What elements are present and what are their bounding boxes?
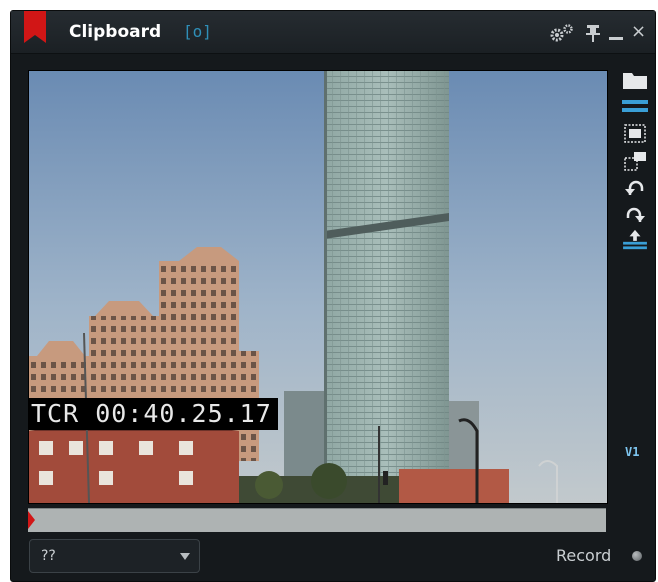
timeline-scrubber[interactable]: [28, 508, 606, 532]
title-bar[interactable]: Clipboard [o] ×: [11, 11, 655, 54]
redo-icon[interactable]: [621, 204, 649, 226]
bookmark-icon: [24, 11, 46, 43]
clip-select-value: ??: [41, 548, 56, 564]
folder-icon[interactable]: [621, 69, 649, 91]
video-viewer[interactable]: TCR 00:40.25.17: [28, 70, 608, 504]
window-title: Clipboard: [69, 22, 162, 42]
clipboard-window: Clipboard [o] × TCR 00:40.25.17 V1 ?? Re…: [10, 10, 656, 582]
pin-icon[interactable]: [586, 23, 600, 43]
gear-icon[interactable]: [548, 23, 576, 43]
minimize-icon[interactable]: [609, 23, 623, 43]
record-button[interactable]: [632, 551, 642, 561]
clipboard-badge: [o]: [183, 22, 212, 41]
video-frame: [29, 71, 607, 503]
playhead-marker[interactable]: [28, 511, 35, 529]
clip-select[interactable]: ??: [29, 539, 200, 573]
list-icon[interactable]: [621, 96, 649, 118]
undo-icon[interactable]: [621, 177, 649, 199]
record-label: Record: [556, 546, 612, 565]
chevron-down-icon: [180, 553, 190, 560]
frame-icon[interactable]: [621, 123, 649, 145]
track-label: V1: [625, 445, 640, 459]
window-icon[interactable]: [621, 150, 649, 172]
timecode-overlay: TCR 00:40.25.17: [29, 398, 278, 430]
upload-icon[interactable]: [621, 229, 649, 251]
close-icon[interactable]: ×: [631, 23, 646, 43]
